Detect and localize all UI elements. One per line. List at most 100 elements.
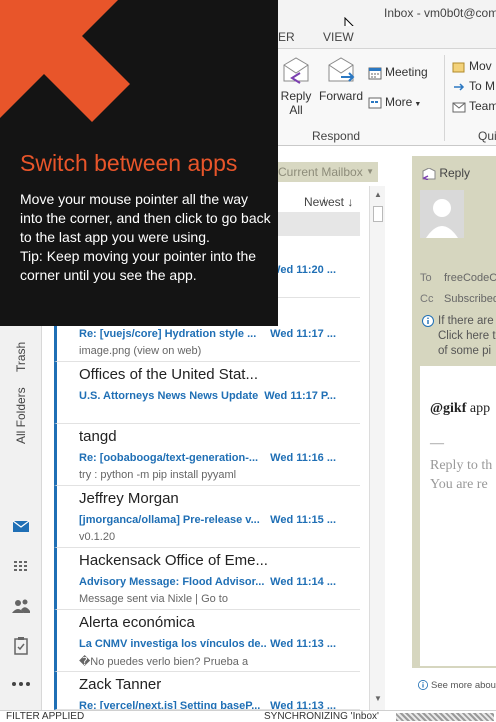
message-preview: Message sent via Nixle | Go to: [79, 593, 228, 605]
status-sync: SYNCHRONIZING 'Inbox': [264, 711, 379, 722]
meeting-button[interactable]: Meeting: [368, 65, 428, 80]
reply-button[interactable]: Reply: [422, 166, 471, 181]
status-filter: FILTER APPLIED: [6, 711, 85, 722]
message-preview: image.png (view on web): [79, 345, 202, 357]
reply-separator: —: [430, 436, 444, 451]
quick-move-label: Mov: [469, 59, 492, 73]
message-list-scrollbar[interactable]: ▲ ▼: [369, 186, 385, 710]
calendar-icon: [368, 67, 382, 80]
mention-handle[interactable]: @gikf: [430, 401, 466, 416]
tip-hint: Tip: Keep moving your pointer into the c…: [20, 248, 257, 283]
search-scope-label: Current Mailbox: [278, 165, 363, 179]
message-subject: Re: [vuejs/core] Hydration style ...: [79, 328, 257, 340]
see-more-link[interactable]: See more abou: [418, 680, 496, 691]
tip-body: Move your mouse pointer all the way into…: [20, 190, 272, 285]
notice-line-3: of some pi: [438, 345, 492, 357]
list-item[interactable]: Zack Tanner Re: [vercel/next.js] Setting…: [54, 672, 360, 710]
mention-rest: app: [466, 401, 491, 416]
folder-nav: Trash All Folders: [0, 326, 42, 710]
quoted-text: Reply to th You are re: [430, 456, 492, 494]
tab-view[interactable]: VIEW: [323, 30, 354, 44]
message-sender: Jeffrey Morgan: [79, 490, 179, 507]
chevron-down-icon: ▼: [366, 167, 374, 176]
message-sender: Alerta económica: [79, 614, 195, 631]
window-title: Inbox - vm0b0t@com: [384, 6, 496, 20]
more-button[interactable]: More ▼: [368, 95, 421, 110]
mail-icon[interactable]: [11, 516, 31, 536]
reply-all-label-1: Reply: [280, 89, 312, 103]
quick-step-to-manager[interactable]: To M: [452, 79, 495, 94]
message-subject: [jmorganca/ollama] Pre-release v...: [79, 514, 260, 526]
tab-folder[interactable]: ER: [278, 30, 295, 44]
message-sender: Offices of the United Stat...: [79, 366, 258, 383]
message-time: Wed 11:16 ...: [270, 452, 336, 464]
quick-move-icon: [452, 62, 465, 73]
reply-all-button[interactable]: Reply All: [278, 55, 314, 117]
calendar-icon[interactable]: [11, 556, 31, 576]
quick-team-label: Team: [469, 99, 496, 113]
to-label: To: [420, 272, 432, 284]
to-value: freeCodeC: [444, 272, 496, 284]
reply-label: Reply: [439, 166, 471, 180]
search-scope-dropdown[interactable]: Current Mailbox ▼: [274, 162, 378, 182]
message-sender: tangd: [79, 428, 117, 445]
quick-to-icon: [454, 83, 465, 91]
info-notice[interactable]: If there are Click here t of some pi: [422, 314, 496, 359]
scroll-up-icon[interactable]: ▲: [372, 190, 384, 202]
corner-arrow-icon: [0, 0, 130, 122]
dropdown-caret-icon: ▼: [414, 101, 422, 108]
list-item[interactable]: Alerta económica La CNMV investiga los v…: [54, 610, 360, 672]
see-more-label: See more abou: [431, 680, 496, 691]
message-sender: Hackensack Office of Eme...: [79, 552, 268, 569]
ribbon-separator: [444, 55, 445, 141]
message-subject: Re: [oobabooga/text-generation-...: [79, 452, 259, 464]
info-icon: [418, 680, 428, 691]
more-options-icon[interactable]: [11, 674, 31, 694]
list-item[interactable]: Jeffrey Morgan [jmorganca/ollama] Pre-re…: [54, 486, 360, 548]
people-icon[interactable]: [11, 596, 31, 616]
switch-apps-tip[interactable]: Switch between apps Move your mouse poin…: [0, 0, 278, 326]
message-subject: Re: [vercel/next.js] Setting baseP...: [79, 700, 261, 710]
sort-direction-icon: ↓: [347, 195, 354, 209]
reply-all-icon: [283, 57, 309, 84]
status-bar: FILTER APPLIED SYNCHRONIZING 'Inbox': [0, 710, 496, 722]
message-subject: La CNMV investiga los vínculos de...: [79, 638, 267, 650]
quick-to-label: To M: [469, 79, 496, 93]
tasks-icon[interactable]: [11, 636, 31, 656]
message-time: Wed 11:17 ...: [270, 328, 336, 340]
message-subject: Advisory Message: Flood Advisor...: [79, 576, 265, 588]
nav-all-folders[interactable]: All Folders: [14, 387, 28, 444]
tip-title: Switch between apps: [20, 150, 238, 176]
tip-instructions: Move your mouse pointer all the way into…: [20, 191, 271, 245]
mention-text: @gikf app: [430, 401, 490, 417]
more-respond-icon: [368, 97, 382, 109]
quick-step-move[interactable]: Mov: [452, 59, 492, 74]
sender-avatar: [420, 190, 464, 238]
sort-order-label: Newest: [304, 195, 345, 209]
message-time: Wed 11:20 ...: [270, 264, 336, 276]
notice-line-2: Click here t: [438, 330, 496, 342]
scrollbar-thumb[interactable]: [373, 206, 383, 222]
message-preview: try : python -m pip install pyyaml: [79, 469, 237, 481]
message-sender: Zack Tanner: [79, 676, 162, 693]
meeting-label: Meeting: [385, 65, 428, 79]
message-time: Wed 11:13 ...: [270, 700, 336, 710]
reply-all-label-2: All: [289, 103, 303, 117]
group-respond-label: Respond: [312, 129, 361, 143]
quoted-line-2: You are re: [430, 477, 488, 492]
info-icon: [422, 315, 434, 327]
list-item[interactable]: tangd Re: [oobabooga/text-generation-...…: [54, 424, 360, 486]
quick-team-icon: [452, 102, 466, 113]
more-label: More: [385, 95, 413, 109]
scroll-down-icon[interactable]: ▼: [372, 694, 384, 706]
message-time: Wed 11:13 ...: [270, 638, 336, 650]
forward-label: Forward: [318, 89, 363, 103]
message-time: Wed 11:17 P...: [264, 390, 336, 402]
reply-icon: [422, 167, 436, 181]
list-item[interactable]: Offices of the United Stat... U.S. Attor…: [54, 362, 360, 424]
nav-trash[interactable]: Trash: [14, 342, 28, 372]
list-item[interactable]: Hackensack Office of Eme... Advisory Mes…: [54, 548, 360, 610]
sort-order-button[interactable]: Newest ↓: [304, 195, 353, 209]
quick-step-team[interactable]: Team: [452, 99, 496, 114]
forward-button[interactable]: Forward: [318, 55, 364, 103]
